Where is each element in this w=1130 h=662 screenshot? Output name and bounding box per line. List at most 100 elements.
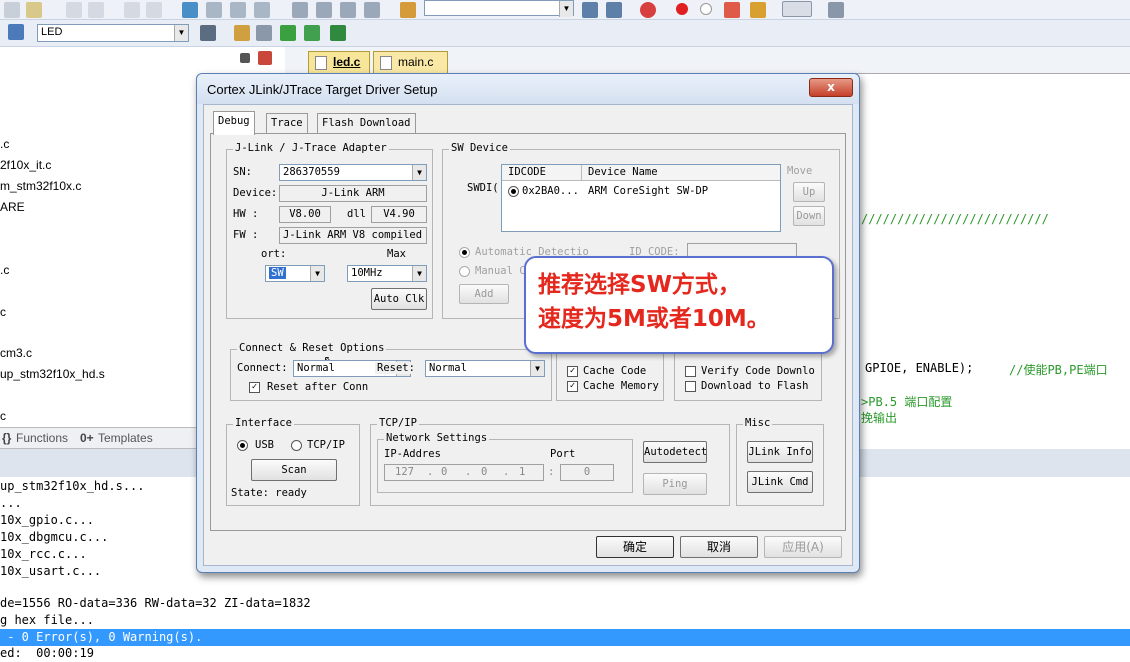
sn-select[interactable]: 286370559 ▼ [279, 164, 427, 181]
tree-item[interactable]: c [0, 409, 6, 423]
tree-item[interactable]: m_stm32f10x.c [0, 179, 81, 193]
chevron-down-icon[interactable]: ▼ [310, 266, 324, 281]
ip-octet: 0 [481, 466, 488, 478]
ip-octet: 0 [441, 466, 448, 478]
cache-memory-checkbox[interactable]: ✓ [567, 381, 578, 392]
tab-trace[interactable]: Trace [266, 113, 308, 133]
ok-button[interactable]: 确定 [596, 536, 674, 558]
breakpoint-kill-all-icon[interactable] [750, 2, 766, 18]
scan-button[interactable]: Scan [251, 459, 337, 481]
tab-main-c[interactable]: main.c [373, 51, 448, 73]
adapter-group: J-Link / J-Trace Adapter SN: 286370559 ▼… [226, 142, 433, 319]
ip-field[interactable]: 127 . 0 . 0 . 1 [384, 464, 544, 481]
rebuild-icon[interactable] [280, 25, 296, 41]
nav-forward-icon[interactable] [146, 2, 162, 18]
automatic-detection-radio[interactable] [459, 247, 470, 258]
bookmark-clear-icon[interactable] [254, 2, 270, 18]
load-icon[interactable] [8, 24, 24, 40]
tree-item[interactable]: c [0, 305, 6, 319]
configure-icon[interactable] [828, 2, 844, 18]
paste-icon[interactable] [26, 2, 42, 18]
chevron-down-icon[interactable]: ▼ [174, 25, 188, 41]
reset-select[interactable]: Normal ▼ [425, 360, 545, 377]
build-icon[interactable] [256, 25, 272, 41]
chevron-down-icon[interactable]: ▼ [530, 361, 544, 376]
tab-functions[interactable]: Functions [16, 431, 68, 445]
copy-icon[interactable] [4, 2, 20, 18]
device-list[interactable]: IDCODE Device Name 0x2BA0... ARM CoreSig… [501, 164, 781, 232]
undo-icon[interactable] [66, 2, 82, 18]
download-options-group: Verify Code Downlo Download to Flash [674, 349, 822, 401]
verify-code-checkbox[interactable] [685, 366, 696, 377]
chevron-down-icon[interactable]: ▼ [412, 266, 426, 281]
breakpoint-icon[interactable] [676, 3, 688, 15]
bookmark-icon[interactable] [182, 2, 198, 18]
port-value: SW [269, 267, 286, 279]
breakpoint-kill-icon[interactable] [724, 2, 740, 18]
chevron-down-icon[interactable]: ▼ [412, 165, 426, 180]
close-icon[interactable] [258, 51, 272, 65]
target-select-value: LED [41, 26, 63, 38]
tab-templates[interactable]: Templates [98, 431, 153, 445]
cache-code-checkbox[interactable]: ✓ [567, 366, 578, 377]
jlink-info-button[interactable]: JLink Info [747, 441, 813, 463]
uncomment-icon[interactable] [364, 2, 380, 18]
tab-led-c[interactable]: led.c [308, 51, 370, 73]
tree-item[interactable]: up_stm32f10x_hd.s [0, 367, 105, 381]
ip-port-separator: : [548, 466, 555, 478]
port-field[interactable]: 0 [560, 464, 614, 481]
tree-item[interactable]: .c [0, 263, 9, 277]
pin-icon[interactable] [240, 53, 250, 63]
bookmark-next-icon[interactable] [230, 2, 246, 18]
reset-after-conn-checkbox[interactable]: ✓ [249, 382, 260, 393]
batch-build-icon[interactable] [304, 25, 320, 41]
down-button[interactable]: Down [793, 206, 825, 226]
auto-clk-button[interactable]: Auto Clk [371, 288, 427, 310]
find-icon[interactable] [582, 2, 598, 18]
tree-item[interactable]: .c [0, 137, 9, 151]
find-combo[interactable]: ▼ [424, 0, 574, 17]
debug-session-icon[interactable] [640, 2, 656, 18]
jlink-cmd-button[interactable]: JLink Cmd [747, 471, 813, 493]
download-flash-checkbox[interactable] [685, 381, 696, 392]
column-header-device[interactable]: Device Name [582, 165, 780, 181]
bookmark-prev-icon[interactable] [206, 2, 222, 18]
unindent-icon[interactable] [316, 2, 332, 18]
find-in-files-icon[interactable] [400, 2, 416, 18]
close-button[interactable]: x [809, 78, 853, 97]
port-select[interactable]: SW ▼ [265, 265, 325, 282]
redo-icon[interactable] [88, 2, 104, 18]
tree-item[interactable]: 2f10x_it.c [0, 158, 51, 172]
target-select[interactable]: LED ▼ [37, 24, 189, 42]
apply-button[interactable]: 应用(A) [764, 536, 842, 558]
manual-config-radio[interactable] [459, 266, 470, 277]
ping-button[interactable]: Ping [643, 473, 707, 495]
up-button[interactable]: Up [793, 182, 825, 202]
templates-icon: 0+ [80, 431, 94, 445]
indent-icon[interactable] [292, 2, 308, 18]
output-line: 10x_rcc.c... [0, 547, 87, 561]
window-layout-icon[interactable] [782, 1, 812, 17]
add-button[interactable]: Add [459, 284, 509, 304]
comment-icon[interactable] [340, 2, 356, 18]
translate-icon[interactable] [234, 25, 250, 41]
tab-flash-download[interactable]: Flash Download [317, 113, 416, 133]
incremental-find-icon[interactable] [606, 2, 622, 18]
tab-debug[interactable]: Debug [213, 111, 255, 135]
tree-item[interactable]: cm3.c [0, 346, 32, 360]
chevron-down-icon[interactable]: ▼ [559, 1, 573, 17]
target-options-icon[interactable] [200, 25, 216, 41]
connect-reset-group: Connect & Reset Options Connect: Normal … [230, 342, 552, 401]
autodetect-button[interactable]: Autodetect [643, 441, 707, 463]
tcpip-radio[interactable] [291, 440, 302, 451]
max-clock-select[interactable]: 10MHz ▼ [347, 265, 427, 282]
cancel-button[interactable]: 取消 [680, 536, 758, 558]
tree-item[interactable]: ARE [0, 200, 25, 214]
breakpoint-disable-icon[interactable] [700, 3, 712, 15]
column-header-idcode[interactable]: IDCODE [502, 165, 582, 181]
nav-back-icon[interactable] [124, 2, 140, 18]
usb-radio[interactable] [237, 440, 248, 451]
group-label: Network Settings [384, 432, 490, 444]
manage-components-icon[interactable] [330, 25, 346, 41]
swdi-radio[interactable] [508, 186, 519, 197]
